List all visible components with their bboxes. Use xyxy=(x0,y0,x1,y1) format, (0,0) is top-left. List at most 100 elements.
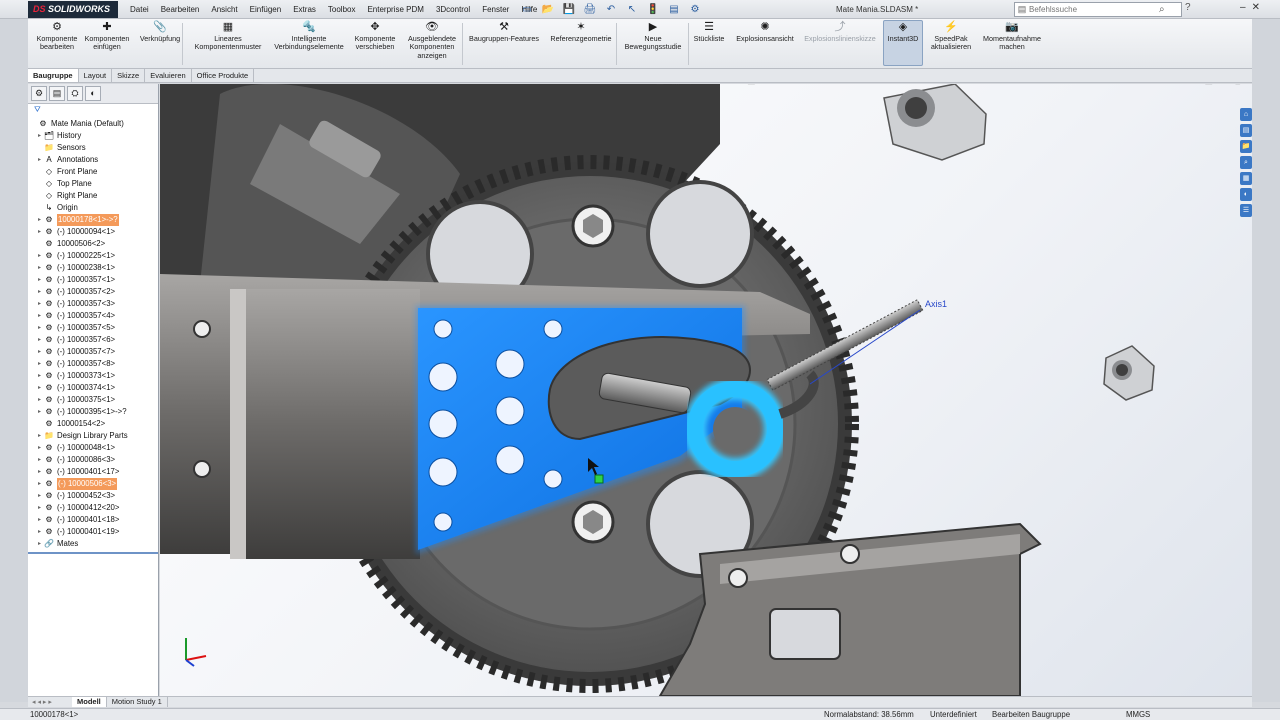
new-document-icon[interactable]: ▭ xyxy=(518,2,536,17)
tree-node[interactable]: ▸ ⚙ (-) 10000401<17> xyxy=(28,466,158,478)
tab-scroll-controls[interactable]: ◂ ◂ ▸ ▸ xyxy=(28,697,72,707)
command-speedpak-button[interactable]: ⚡ SpeedPak aktualisieren xyxy=(926,21,976,52)
tree-node[interactable]: ▸ ⚙ (-) 10000412<20> xyxy=(28,502,158,514)
tree-node[interactable]: ▸ A Annotations xyxy=(28,154,158,166)
tree-node[interactable]: ◇ Front Plane xyxy=(28,166,158,178)
tree-node[interactable]: ▸ ⚙ (-) 10000225<1> xyxy=(28,250,158,262)
display-manager-tab-icon[interactable]: ◐ xyxy=(85,86,101,101)
expand-toggle-icon[interactable]: ▸ xyxy=(36,538,43,550)
tree-node[interactable]: ▸ ⚙ (-) 10000373<1> xyxy=(28,370,158,382)
appearances-icon[interactable]: ◐ xyxy=(1240,188,1252,201)
configuration-manager-tab-icon[interactable]: ⛭ xyxy=(67,86,83,101)
assembly-3d-model[interactable] xyxy=(160,84,1252,696)
search-scope-icon[interactable]: ▤ xyxy=(1015,4,1029,15)
expand-toggle-icon[interactable]: ▸ xyxy=(36,478,43,490)
command-new-motion-study-button[interactable]: ▶ Neue Bewegungsstudie xyxy=(620,21,686,52)
tree-node[interactable]: ▸ ⚙ (-) 10000357<1> xyxy=(28,274,158,286)
expand-toggle-icon[interactable]: ▸ xyxy=(36,466,43,478)
expand-toggle-icon[interactable]: ▸ xyxy=(36,250,43,262)
menu-enterprise-pdm[interactable]: Enterprise PDM xyxy=(361,0,429,19)
tree-node[interactable]: ⚙ Mate Mania (Default) xyxy=(28,118,158,130)
search-results-icon[interactable]: ⌕ xyxy=(1240,156,1252,169)
command-mate-button[interactable]: 📎 Verknüpfung xyxy=(136,21,184,43)
expand-toggle-icon[interactable]: ▸ xyxy=(36,262,43,274)
restore-view-icon[interactable]: ⧉ xyxy=(1220,84,1226,86)
command-insert-components-button[interactable]: ✚ Komponenten einfügen xyxy=(82,21,132,52)
minimize-icon[interactable]: – xyxy=(1240,2,1246,13)
command-edit-component-button[interactable]: ⚙ Komponente bearbeiten xyxy=(34,21,80,52)
file-properties-icon[interactable]: ▤ xyxy=(665,2,683,17)
command-show-hidden-components-button[interactable]: 👁 Ausgeblendete Komponenten anzeigen xyxy=(403,21,461,60)
command-smart-fasteners-button[interactable]: 🔩 Intelligente Verbindungselemente xyxy=(268,21,350,52)
expand-toggle-icon[interactable]: ▸ xyxy=(36,214,43,226)
tab-office-produkte[interactable]: Office Produkte xyxy=(192,69,255,82)
tree-node[interactable]: ⚙ 10000506<2> xyxy=(28,238,158,250)
tree-node[interactable]: ▸ ⚙ (-) 10000048<1> xyxy=(28,442,158,454)
zoom-area-icon[interactable]: ⌕ xyxy=(629,84,634,86)
command-reference-geometry-button[interactable]: ✶ Referenzgeometrie xyxy=(546,21,616,43)
expand-toggle-icon[interactable]: ▸ xyxy=(36,502,43,514)
save-icon[interactable]: 💾 xyxy=(560,2,578,17)
command-linear-pattern-button[interactable]: ▦ Lineares Komponentenmuster xyxy=(188,21,268,52)
expand-toggle-icon[interactable]: ▸ xyxy=(36,274,43,286)
tree-node[interactable]: ▸ ⚙ (-) 10000238<1> xyxy=(28,262,158,274)
section-view-icon[interactable]: ◧ xyxy=(656,84,665,86)
tree-node[interactable]: ▸ 📁 Design Library Parts xyxy=(28,430,158,442)
expand-toggle-icon[interactable]: ▸ xyxy=(36,454,43,466)
tree-node[interactable]: ▸ ⚙ (-) 10000357<7> xyxy=(28,346,158,358)
command-move-component-button[interactable]: ✥ Komponente verschieben xyxy=(350,21,400,52)
menu-3dcontrol[interactable]: 3Dcontrol xyxy=(430,0,476,19)
solidworks-logo[interactable]: DS SOLIDWORKS xyxy=(28,1,118,18)
tree-node[interactable]: ▸ 🔗 Mates xyxy=(28,538,158,550)
tree-node[interactable]: ↳ Origin xyxy=(28,202,158,214)
tree-node[interactable]: ◇ Right Plane xyxy=(28,190,158,202)
tree-node[interactable]: ▸ ⚙ (-) 10000401<18> xyxy=(28,514,158,526)
tree-node[interactable]: ▸ ⚙ (-) 10000094<1> xyxy=(28,226,158,238)
zoom-to-fit-icon[interactable]: ⤢ xyxy=(615,84,622,86)
command-snapshot-button[interactable]: 📷 Momentaufnahme machen xyxy=(978,21,1046,52)
tree-node[interactable]: ▸ ⚙ (-) 10000401<19> xyxy=(28,526,158,538)
expand-toggle-icon[interactable]: ▸ xyxy=(36,346,43,358)
graphics-area[interactable]: ⤢ ⌕ ↺ ◧ ⬚ ◉ 👁 ◐ ⛰ ▤ ▣ ⧉ ▢ Axis1 xyxy=(160,84,1252,696)
open-icon[interactable]: 📂 xyxy=(539,2,557,17)
expand-toggle-icon[interactable]: ▸ xyxy=(36,226,43,238)
property-manager-tab-icon[interactable]: ▤ xyxy=(49,86,65,101)
expand-toggle-icon[interactable]: ▸ xyxy=(36,310,43,322)
tree-node[interactable]: ▸ ⚙ (-) 10000452<3> xyxy=(28,490,158,502)
tree-node[interactable]: ▸ ⚙ (-) 10000086<3> xyxy=(28,454,158,466)
menu-extras[interactable]: Extras xyxy=(287,0,322,19)
tree-node[interactable]: ▸ ⚙ (-) 10000395<1>->? xyxy=(28,406,158,418)
file-explorer-icon[interactable]: 📁 xyxy=(1240,140,1252,153)
expand-toggle-icon[interactable]: ▸ xyxy=(36,298,43,310)
expand-toggle-icon[interactable]: ▸ xyxy=(36,358,43,370)
split-view-icon[interactable]: ▣ xyxy=(1205,84,1214,86)
tree-node[interactable]: ▸ ⚙ (-) 10000357<2> xyxy=(28,286,158,298)
expand-toggle-icon[interactable]: ▸ xyxy=(36,382,43,394)
menu-bearbeiten[interactable]: Bearbeiten xyxy=(155,0,206,19)
bottom-tab-motion-study-1[interactable]: Motion Study 1 xyxy=(107,697,168,707)
menu-ansicht[interactable]: Ansicht xyxy=(205,0,243,19)
expand-toggle-icon[interactable]: ▸ xyxy=(36,286,43,298)
flange-nut-right[interactable] xyxy=(1103,345,1155,401)
edit-appearance-icon[interactable]: ◐ xyxy=(720,84,725,86)
expand-toggle-icon[interactable]: ▸ xyxy=(36,370,43,382)
tree-node[interactable]: ▸ ⚙ (-) 10000357<6> xyxy=(28,334,158,346)
view-orientation-icon[interactable]: ⬚ xyxy=(671,84,680,86)
filter-icon[interactable]: ⛛ xyxy=(28,104,158,115)
view-settings-icon[interactable]: ▤ xyxy=(747,84,756,86)
command-assembly-features-button[interactable]: ⚒ Baugruppen-Features xyxy=(465,21,543,43)
expand-toggle-icon[interactable]: ▸ xyxy=(36,154,43,166)
menu-einf-gen[interactable]: Einfügen xyxy=(244,0,288,19)
undo-icon[interactable]: ↶ xyxy=(602,2,620,17)
tab-layout[interactable]: Layout xyxy=(79,69,113,82)
maximize-view-icon[interactable]: ▢ xyxy=(1233,84,1242,86)
tree-node[interactable]: 📁 Sensors xyxy=(28,142,158,154)
display-style-icon[interactable]: ◉ xyxy=(687,84,695,86)
previous-view-icon[interactable]: ↺ xyxy=(641,84,649,86)
command-bill-of-materials-button[interactable]: ☰ Stückliste xyxy=(690,21,728,43)
expand-toggle-icon[interactable]: ▸ xyxy=(36,526,43,538)
expand-toggle-icon[interactable]: ▸ xyxy=(36,334,43,346)
menu-toolbox[interactable]: Toolbox xyxy=(322,0,362,19)
expand-toggle-icon[interactable]: ▸ xyxy=(36,394,43,406)
expand-toggle-icon[interactable]: ▸ xyxy=(36,490,43,502)
